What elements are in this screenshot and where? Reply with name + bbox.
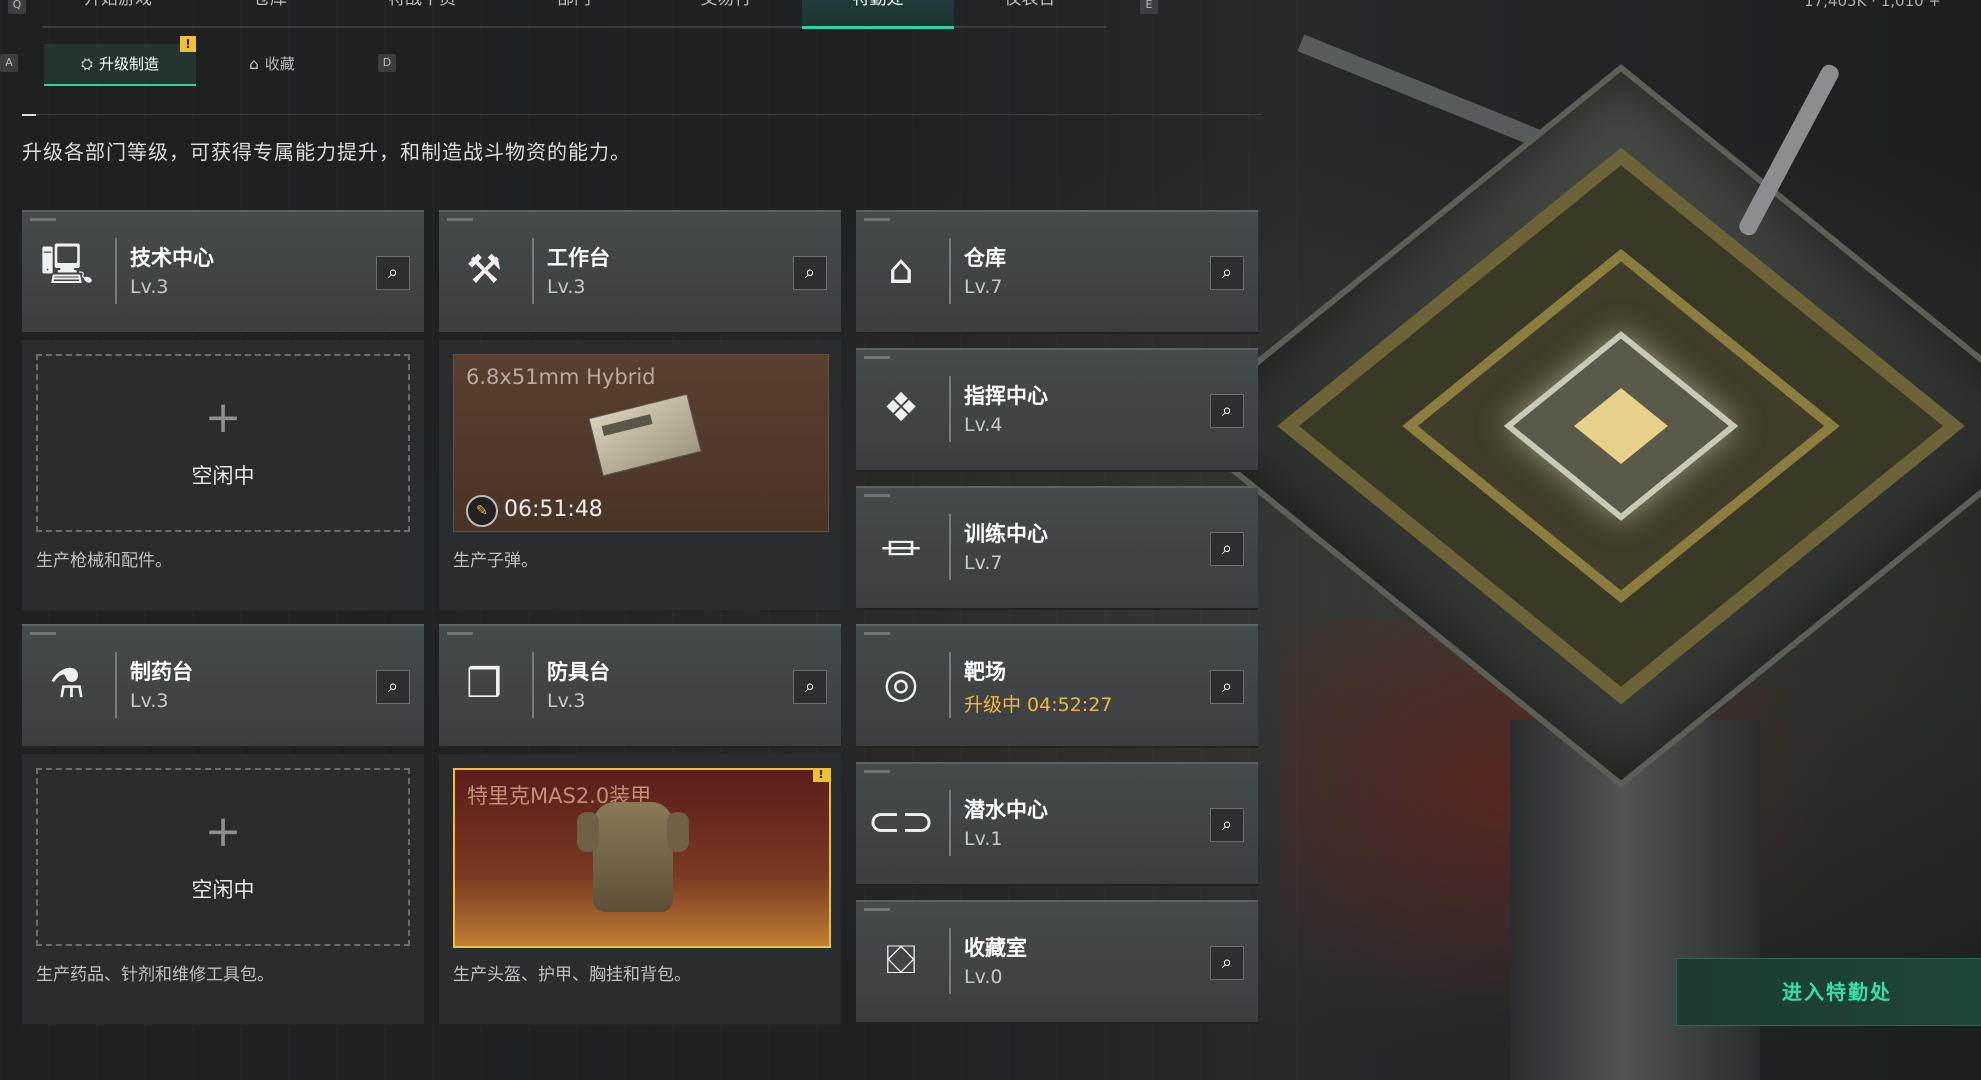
workbench-icon: ⚒ — [466, 247, 502, 293]
dept-level: Lv.4 — [964, 414, 1003, 436]
production-timer: 06:51:48 — [504, 497, 603, 522]
production-item-armor[interactable]: 特里克MAS2.0装甲 ! — [453, 768, 831, 948]
armor-vest-image — [577, 802, 689, 912]
subtab-collection[interactable]: ⌂ 收藏 — [196, 44, 348, 84]
dept-upgrade-status: 升级中 04:52:27 — [964, 694, 1113, 716]
dept-card-warehouse[interactable]: ⌂ 仓库 Lv.7 ⌕ — [856, 210, 1258, 332]
dept-level: Lv.3 — [547, 276, 586, 298]
production-note: 生产子弹。 — [453, 551, 538, 571]
subtab-label: 升级制造 — [99, 55, 160, 73]
tab-start-game[interactable]: 开始游戏 — [42, 0, 194, 28]
dept-level: Lv.3 — [130, 276, 169, 298]
collection-room-icon: ⛋ — [885, 937, 917, 983]
search-icon[interactable]: ⌕ — [1210, 394, 1244, 428]
enter-special-ops-button[interactable]: 进入特勤处 — [1676, 958, 1981, 1026]
search-icon[interactable]: ⌕ — [1210, 808, 1244, 842]
dept-card-diving-center[interactable]: ⊂⊃ 潜水中心 Lv.1 ⌕ — [856, 762, 1258, 884]
dept-card-training-center[interactable]: ⏛ 训练中心 Lv.7 ⌕ — [856, 486, 1258, 608]
dept-name: 潜水中心 — [964, 798, 1048, 822]
production-panel-workbench: 6.8x51mm Hybrid ✎ 06:51:48 生产子弹。 — [439, 340, 841, 612]
diving-center-icon: ⊂⊃ — [867, 799, 935, 845]
empty-production-slot[interactable]: + 空闲中 — [36, 354, 410, 532]
currency-display: 17,405K · 1,010 + — [1804, 0, 1941, 10]
tab-warehouse[interactable]: 仓库 — [194, 0, 346, 28]
subtab-key-right: D — [378, 54, 396, 72]
production-item-name: 6.8x51mm Hybrid — [466, 365, 656, 389]
production-panel-pharmacy: + 空闲中 生产药品、针剂和维修工具包。 — [22, 754, 424, 1026]
sub-tabs: ⛭ 升级制造 ! ⌂ 收藏 — [44, 36, 348, 86]
warehouse-icon: ⌂ — [888, 247, 914, 293]
divider-accent — [22, 114, 36, 116]
dept-card-command-center[interactable]: ❖ 指挥中心 Lv.4 ⌕ — [856, 348, 1258, 470]
search-icon[interactable]: ⌕ — [376, 256, 410, 290]
search-icon[interactable]: ⌕ — [1210, 532, 1244, 566]
search-icon[interactable]: ⌕ — [1210, 256, 1244, 290]
dept-level: Lv.3 — [130, 690, 169, 712]
dept-name: 防具台 — [547, 660, 610, 684]
idle-status: 空闲中 — [191, 464, 255, 488]
subtab-label: 收藏 — [264, 55, 295, 73]
dept-level: Lv.3 — [547, 690, 586, 712]
production-note: 生产头盔、护甲、胸挂和背包。 — [453, 965, 691, 985]
ammo-box-image — [588, 393, 702, 477]
warning-badge: ! — [813, 770, 829, 782]
dept-card-pharmacy[interactable]: ⚗ 制药台 Lv.3 ⌕ — [22, 624, 424, 746]
production-panel-armor-bench: 特里克MAS2.0装甲 ! 生产头盔、护甲、胸挂和背包。 — [439, 754, 841, 1026]
search-icon[interactable]: ⌕ — [376, 670, 410, 704]
dept-card-collection-room[interactable]: ⛋ 收藏室 Lv.0 ⌕ — [856, 900, 1258, 1022]
tab-special-ops[interactable]: 特勤处 — [802, 0, 954, 29]
empty-production-slot[interactable]: + 空闲中 — [36, 768, 410, 946]
armor-bench-icon: ❒ — [466, 661, 502, 707]
tab-market[interactable]: 交易行 — [650, 0, 802, 28]
upgrade-icon: ⛭ — [80, 55, 93, 73]
production-note: 生产枪械和配件。 — [36, 551, 172, 571]
search-icon[interactable]: ⌕ — [1210, 670, 1244, 704]
dept-name: 收藏室 — [964, 936, 1027, 960]
pharmacy-icon: ⚗ — [49, 661, 85, 707]
dept-name: 技术中心 — [130, 246, 214, 270]
top-nav: 开始游戏 仓库 特战干员 部门 交易行 特勤处 仪表台 — [42, 0, 1106, 29]
tech-center-icon: 🖳 — [40, 242, 94, 288]
search-icon[interactable]: ⌕ — [793, 256, 827, 290]
command-center-icon: ❖ — [883, 385, 919, 431]
search-icon[interactable]: ⌕ — [793, 670, 827, 704]
dept-name: 靶场 — [964, 660, 1006, 684]
dept-card-workbench[interactable]: ⚒ 工作台 Lv.3 ⌕ — [439, 210, 841, 332]
idle-status: 空闲中 — [191, 878, 255, 902]
divider — [22, 114, 1262, 115]
nav-key-right: E — [1140, 0, 1158, 14]
plus-icon: + — [204, 806, 242, 857]
dept-level: Lv.7 — [964, 276, 1003, 298]
subtab-upgrade-craft[interactable]: ⛭ 升级制造 ! — [44, 36, 196, 86]
dept-level: Lv.1 — [964, 828, 1003, 850]
production-note: 生产药品、针剂和维修工具包。 — [36, 965, 274, 985]
dept-card-shooting-range[interactable]: ◎ 靶场 升级中 04:52:27 ⌕ — [856, 624, 1258, 746]
production-item-ammo[interactable]: 6.8x51mm Hybrid ✎ 06:51:48 — [453, 354, 829, 532]
dept-name: 工作台 — [547, 246, 610, 270]
plus-icon: + — [204, 392, 242, 443]
tab-departments[interactable]: 部门 — [498, 0, 650, 28]
dept-level: Lv.7 — [964, 552, 1003, 574]
tab-operators[interactable]: 特战干员 — [346, 0, 498, 28]
dept-name: 训练中心 — [964, 522, 1048, 546]
dept-card-tech-center[interactable]: 🖳 技术中心 Lv.3 ⌕ — [22, 210, 424, 332]
nav-key-left: Q — [8, 0, 26, 14]
page-description: 升级各部门等级，可获得专属能力提升，和制造战斗物资的能力。 — [22, 140, 631, 164]
dept-name: 指挥中心 — [964, 384, 1048, 408]
search-icon[interactable]: ⌕ — [1210, 946, 1244, 980]
collection-icon: ⌂ — [249, 55, 259, 73]
production-panel-tech-center: + 空闲中 生产枪械和配件。 — [22, 340, 424, 612]
dept-name: 制药台 — [130, 660, 193, 684]
dept-level: Lv.0 — [964, 966, 1003, 988]
dept-card-armor-bench[interactable]: ❒ 防具台 Lv.3 ⌕ — [439, 624, 841, 746]
dept-name: 仓库 — [964, 246, 1006, 270]
tab-dashboard[interactable]: 仪表台 — [954, 0, 1106, 28]
wrench-timer-icon: ✎ — [466, 495, 498, 527]
shooting-range-icon: ◎ — [883, 661, 919, 707]
training-center-icon: ⏛ — [881, 527, 921, 573]
warning-badge: ! — [180, 36, 196, 52]
subtab-key-left: A — [0, 54, 18, 72]
